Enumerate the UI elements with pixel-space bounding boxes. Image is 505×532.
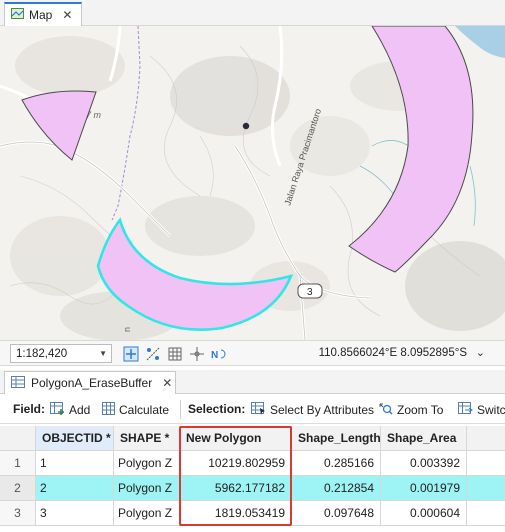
cell-shape[interactable]: Polygon Z [114,451,180,476]
row-filler [467,501,505,526]
column-header-shape-area[interactable]: Shape_Area [381,426,467,451]
table-row-selected[interactable]: 2 2 Polygon Z 5962.177182 0.212854 0.001… [0,476,505,501]
switch-label: Switc [477,403,505,417]
add-field-icon [50,402,65,418]
cell-shape-length[interactable]: 0.212854 [292,476,381,501]
map-status-bar: 1:182,420 ▼ N 110.8566024°E 8.0952895°S … [0,340,505,366]
zoom-to-icon [378,402,393,418]
switch-selection-button[interactable]: Switc [458,402,505,418]
table-row[interactable]: 3 3 Polygon Z 1819.053419 0.097648 0.000… [0,501,505,526]
svg-text:N: N [211,350,218,361]
scale-value: 1:182,420 [16,347,68,360]
field-label: Field: [13,402,45,416]
row-number[interactable]: 1 [0,451,36,476]
cell-objectid[interactable]: 3 [36,501,114,526]
cell-new-polygon[interactable]: 10219.802959 [180,451,292,476]
coordinate-readout: 110.8566024°E 8.0952895°S [318,347,467,359]
refresh-icon[interactable]: N [210,345,227,362]
column-header-new-polygon[interactable]: New Polygon [180,426,292,451]
row-filler [467,451,505,476]
calculator-icon [102,402,115,418]
header-filler [467,426,505,451]
select-by-attributes-icon [251,402,266,418]
scale-dropdown[interactable]: 1:182,420 ▼ [10,344,112,363]
selection-label: Selection: [188,402,246,416]
row-number[interactable]: 2 [0,476,36,501]
column-header-objectid[interactable]: OBJECTID * [36,426,114,451]
cell-shape-length[interactable]: 0.285166 [292,451,381,476]
cell-shape-length[interactable]: 0.097648 [292,501,381,526]
zoom-to-label: Zoom To [397,403,444,417]
tab-map[interactable]: Map ✕ [4,2,82,26]
table-tab-bar: PolygonA_EraseBuffer ✕ [0,370,505,394]
calculate-button[interactable]: Calculate [102,402,169,418]
select-by-attributes-label: Select By Attributes [270,403,375,417]
map-view[interactable]: Jalan Raya Pracimantoro 7 m n 3 [0,26,505,340]
map-tab-label: Map [29,8,53,22]
table-tab-label: PolygonA_EraseBuffer [31,376,153,390]
table-header-row: OBJECTID * SHAPE * New Polygon Shape_Len… [0,426,505,451]
row-header-corner[interactable] [0,426,36,451]
select-by-attributes-button[interactable]: Select By Attributes [251,402,374,418]
cell-new-polygon[interactable]: 1819.053419 [180,501,292,526]
cell-shape[interactable]: Polygon Z [114,476,180,501]
close-icon[interactable]: ✕ [62,9,72,21]
tab-attribute-table[interactable]: PolygonA_EraseBuffer ✕ [4,371,176,394]
row-filler [467,476,505,501]
cell-shape-area[interactable]: 0.003392 [381,451,467,476]
table-row[interactable]: 1 1 Polygon Z 10219.802959 0.285166 0.00… [0,451,505,476]
zoom-to-button[interactable]: Zoom To [378,402,443,418]
table-icon [11,375,25,391]
cell-shape-area[interactable]: 0.000604 [381,501,467,526]
cell-new-polygon[interactable]: 5962.177182 [180,476,292,501]
cell-shape-area[interactable]: 0.001979 [381,476,467,501]
column-header-shape[interactable]: SHAPE * [114,426,180,451]
cell-objectid[interactable]: 2 [36,476,114,501]
chevron-down-icon: ▼ [99,349,107,358]
column-header-shape-length[interactable]: Shape_Length [292,426,381,451]
snapping-icon[interactable] [144,345,161,362]
map-tab-bar: Map ✕ [0,0,505,26]
grid-icon[interactable] [166,345,183,362]
close-icon[interactable]: ✕ [162,376,172,390]
crosshair-icon[interactable] [188,345,205,362]
cell-shape[interactable]: Polygon Z [114,501,180,526]
fixed-zoom-icon[interactable] [122,345,139,362]
svg-text:3: 3 [307,287,313,298]
add-field-button[interactable]: Add [50,402,90,418]
chevron-down-icon[interactable]: ⌄ [476,346,485,359]
attribute-table: OBJECTID * SHAPE * New Polygon Shape_Len… [0,424,505,532]
peak-marker [242,122,250,130]
row-number[interactable]: 3 [0,501,36,526]
calculate-label: Calculate [119,403,170,417]
route-badge: 3 [297,283,323,299]
cell-objectid[interactable]: 1 [36,451,114,476]
table-toolbar: Field: Add Calculate Selection: Select B… [0,396,505,424]
map-icon [11,7,24,23]
switch-icon [458,402,473,418]
toolbar-divider [180,400,181,419]
edge-label: n [122,327,132,332]
add-label: Add [69,403,91,417]
